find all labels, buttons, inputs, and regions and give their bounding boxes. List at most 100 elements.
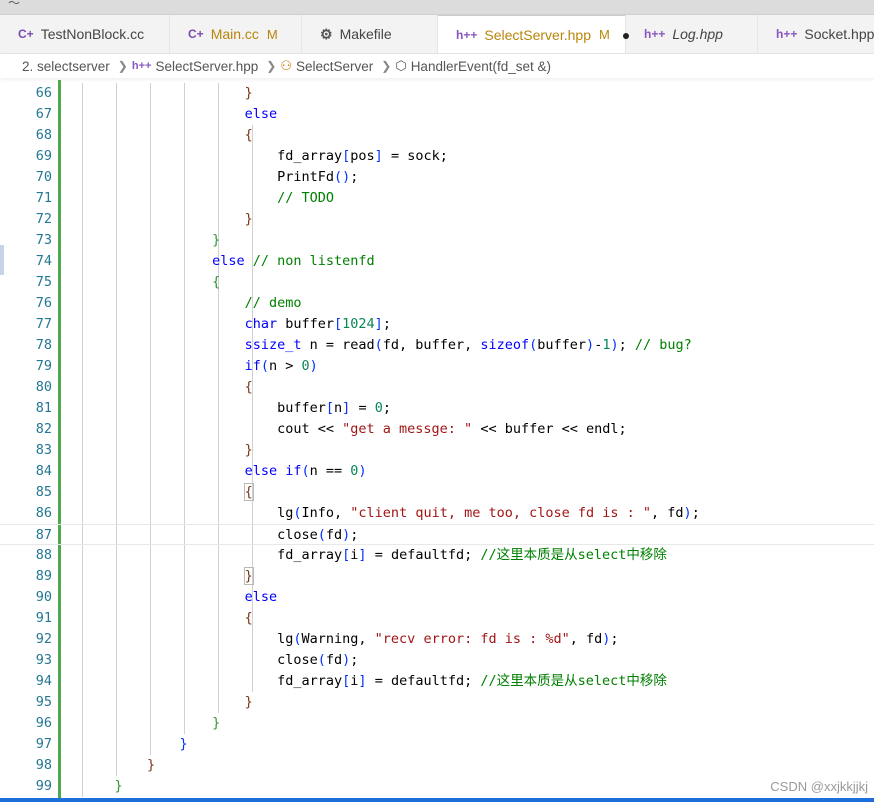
code-token: // bug? [634,337,692,353]
code-token: fd [325,652,343,668]
code-line[interactable]: 75 { [0,272,874,293]
code-line[interactable]: 88 fd_array[i] = defaultfd; //这里本质是从selec… [0,545,874,566]
code-text: lg(Info, "client quit, me too, close fd … [277,503,700,524]
code-line[interactable]: 98} [0,755,874,776]
code-token: { [212,274,221,290]
code-text: } [245,209,253,230]
code-line[interactable]: 83} [0,440,874,461]
code-token: char [244,316,278,332]
code-token: ] [358,673,367,689]
code-token: ; [350,169,359,185]
code-line[interactable]: 92 lg(Warning, "recv error: fd is : %d", … [0,629,874,650]
line-number: 69 [35,148,52,164]
tab-label: Makefile [339,26,392,42]
code-text: lg(Warning, "recv error: fd is : %d", fd… [277,629,618,650]
code-line[interactable]: 94 fd_array[i] = defaultfd; //这里本质是从selec… [0,671,874,692]
code-line[interactable]: 73} [0,230,874,251]
code-line[interactable]: 85 { [0,482,874,503]
code-line[interactable]: 90 else [0,587,874,608]
code-line[interactable]: 96} [0,713,874,734]
code-line[interactable]: 79 if(n > 0) [0,356,874,377]
code-text: } [147,755,155,776]
code-token: // TODO [277,190,335,206]
code-line[interactable]: 78 ssize_t n = read(fd, buffer, sizeof(bu… [0,335,874,356]
code-line[interactable]: 93 close(fd); [0,650,874,671]
tab-log-hpp[interactable]: h++ Log.hpp [626,15,758,53]
chevron-right-icon: ❯ [266,59,277,73]
code-token: ) [309,358,318,374]
code-token: "recv error: fd is : %d" [374,631,570,647]
code-line[interactable]: 82 cout << "get a messge: " << buffer << … [0,419,874,440]
code-token: { [244,610,253,626]
code-line[interactable]: 76 // demo [0,293,874,314]
code-token: ; [350,652,359,668]
code-line[interactable]: 87 close(fd); [0,524,874,545]
tab-main-cc[interactable]: C+ Main.cc M [170,15,302,53]
code-text: // demo [245,293,302,314]
line-number: 83 [35,442,52,458]
code-token: n > [269,358,302,374]
tab-testnonblock-cc[interactable]: C+ TestNonBlock.cc [0,15,170,53]
tab-socket-hpp[interactable]: h++ Socket.hpp [758,15,874,53]
code-token: buffer [277,316,335,332]
cpp-file-icon: C+ [188,27,204,41]
code-token: ] [374,148,383,164]
code-line[interactable]: 99} [0,776,874,797]
code-token: } [244,211,253,227]
line-number: 94 [35,673,52,689]
line-number: 72 [35,211,52,227]
code-line[interactable]: 80 { [0,377,874,398]
code-token: , fd [569,631,603,647]
code-editor[interactable]: 66} 67 else 68{69 fd_array[pos] = sock; 70 Pri… [0,80,874,802]
code-token: = defaultfd; [366,673,481,689]
breadcrumb: 2. selectserver ❯ h++ SelectServer.hpp ❯… [0,54,874,78]
line-number: 90 [35,589,52,605]
code-line[interactable]: 77 char buffer[1024]; [0,314,874,335]
code-token: 0 [301,358,310,374]
code-line[interactable]: 91 { [0,608,874,629]
line-number: 87 [35,527,52,543]
code-token: buffer [277,400,326,416]
code-line[interactable]: 67 else [0,104,874,125]
code-line[interactable]: 70 PrintFd(); [0,167,874,188]
code-token: fd [325,527,343,543]
code-text: if(n > 0) [245,356,318,377]
line-number: 66 [35,85,52,101]
breadcrumb-method[interactable]: HandlerEvent(fd_set &) [411,59,551,74]
line-number: 70 [35,169,52,185]
code-line[interactable]: 81 buffer[n] = 0; [0,398,874,419]
code-token: ( [317,527,326,543]
code-token: if [285,463,302,479]
code-token: ] [358,547,367,563]
code-line[interactable]: 71 // TODO [0,188,874,209]
code-line[interactable]: 69 fd_array[pos] = sock; [0,146,874,167]
breadcrumb-folder[interactable]: 2. selectserver [22,59,110,74]
code-line[interactable]: 72} [0,209,874,230]
line-number: 71 [35,190,52,206]
makefile-icon: ⚙ [320,25,333,42]
code-line[interactable]: 84 else if(n == 0) [0,461,874,482]
code-token: // demo [244,295,302,311]
code-token: ) [610,337,619,353]
line-number: 74 [35,253,52,269]
tab-makefile[interactable]: ⚙ Makefile [302,15,438,53]
breadcrumb-class[interactable]: SelectServer [296,59,373,74]
code-token: << buffer << endl; [472,421,627,437]
chevron-right-icon: ❯ [381,59,392,73]
code-token: = defaultfd; [366,547,481,563]
code-token: n = read [301,337,375,353]
code-line[interactable]: 86 lg(Info, "client quit, me too, close f… [0,503,874,524]
code-line[interactable]: 89} [0,566,874,587]
code-line[interactable]: 66} [0,83,874,104]
breadcrumb-file[interactable]: SelectServer.hpp [155,59,258,74]
code-token: } [114,778,123,794]
code-token: fd_array [277,673,343,689]
code-token: "client quit, me too, close fd is : " [350,505,652,521]
code-text: ssize_t n = read(fd, buffer, sizeof(buff… [245,335,692,356]
tab-selectserver-hpp[interactable]: h++ SelectServer.hpp M ● [438,15,630,53]
code-line[interactable]: 97} [0,734,874,755]
code-line[interactable]: 95} [0,692,874,713]
method-cube-icon: ⬡ [395,58,407,73]
code-line[interactable]: 68 { [0,125,874,146]
code-line[interactable]: 74 else // non listenfd [0,251,874,272]
